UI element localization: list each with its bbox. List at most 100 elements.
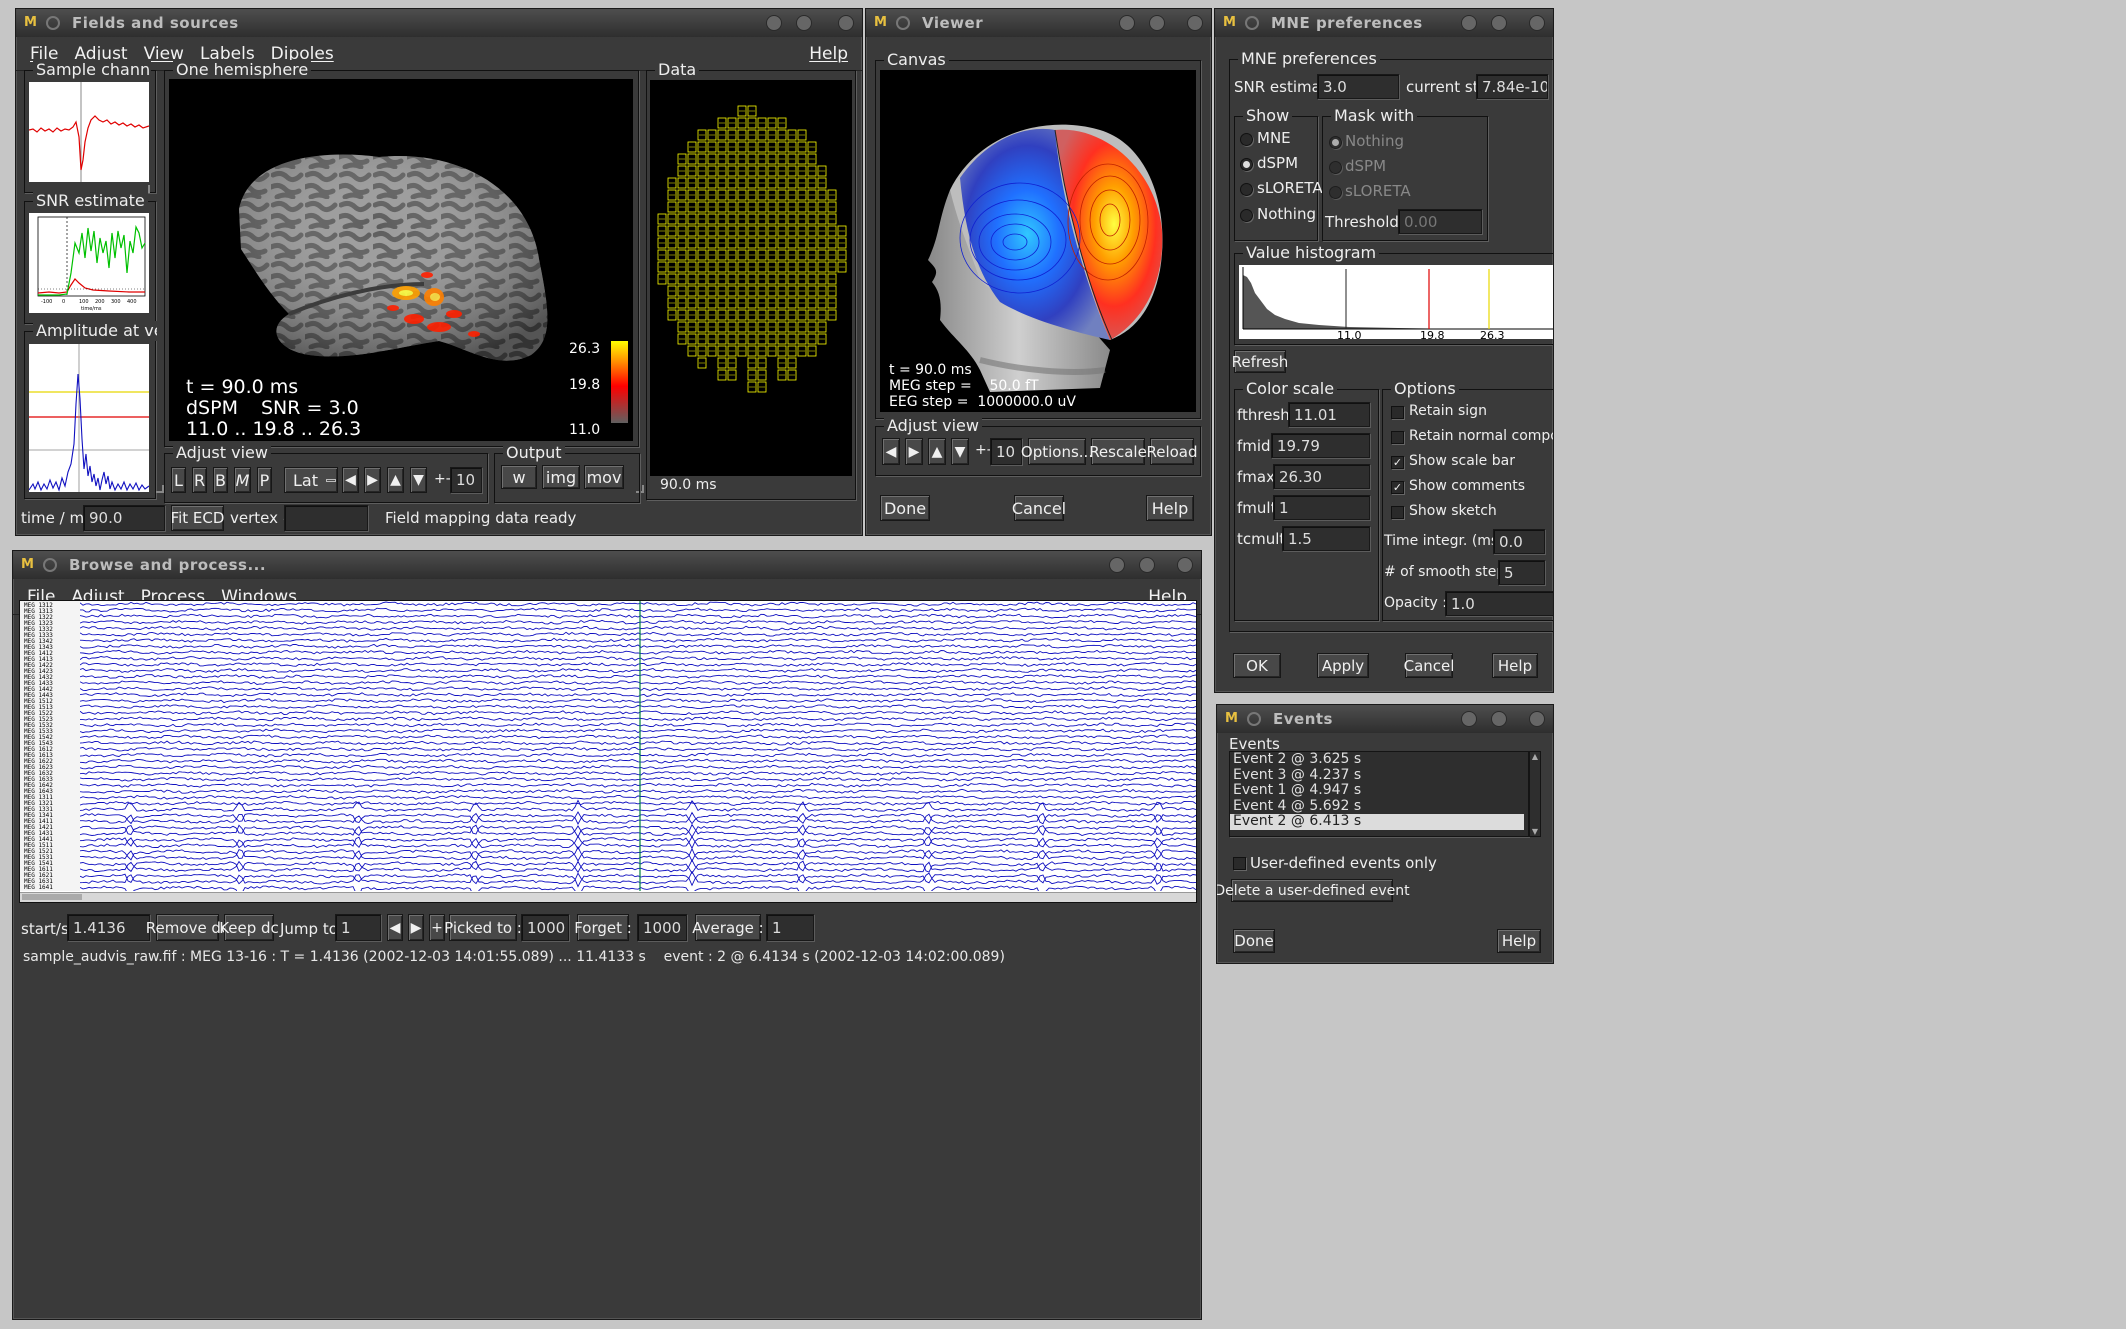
mne-help-button[interactable]: Help [1492, 653, 1538, 678]
jump-forward-button[interactable]: ▶ [408, 914, 424, 941]
start-input[interactable]: 1.4136 [67, 914, 150, 941]
output-mov-button[interactable]: mov [584, 465, 624, 489]
show-sloreta-label[interactable]: sLORETA [1257, 179, 1323, 197]
retain-normal-checkbox[interactable] [1391, 431, 1404, 444]
reload-button[interactable]: Reload [1146, 438, 1198, 465]
scroll-down-icon[interactable]: ▼ [1530, 827, 1540, 836]
time-integr-input[interactable]: 0.0 [1493, 529, 1545, 554]
viewer-cancel-button[interactable]: Cancel [1012, 495, 1066, 521]
mne-cancel-button[interactable]: Cancel [1404, 653, 1454, 678]
show-sketch-label[interactable]: Show sketch [1409, 503, 1497, 519]
forget-input[interactable]: 1000 [637, 914, 687, 941]
rotate-right-button[interactable]: ▶ [364, 467, 381, 493]
list-item[interactable]: Event 1 @ 4.947 s [1230, 782, 1528, 799]
viewer-rotate-down-button[interactable]: ▼ [951, 438, 969, 465]
brain-canvas[interactable]: 26.3 19.8 11.0 t = 90.0 ms dSPM SNR = 3.… [169, 79, 633, 441]
pin-icon[interactable] [43, 558, 57, 572]
titlebar[interactable]: M Viewer [866, 9, 1211, 37]
show-scale-bar-label[interactable]: Show scale bar [1409, 453, 1515, 469]
maximize-icon[interactable] [1139, 557, 1155, 573]
horizontal-scrollbar[interactable] [20, 892, 1196, 902]
titlebar[interactable]: M MNE preferences [1215, 9, 1553, 37]
retain-normal-label[interactable]: Retain normal component o [1409, 428, 1553, 444]
mask-dspm-label[interactable]: dSPM [1345, 157, 1386, 175]
titlebar[interactable]: M Events [1217, 705, 1553, 733]
events-scrollbar[interactable]: ▲ ▼ [1529, 751, 1541, 837]
titlebar[interactable]: M Fields and sources [16, 9, 862, 37]
pin-icon[interactable] [1247, 712, 1261, 726]
jump-to-input[interactable]: 1 [335, 914, 381, 941]
mask-nothing-radio[interactable] [1329, 136, 1342, 149]
scrollbar-thumb[interactable] [22, 894, 82, 900]
retain-sign-checkbox[interactable] [1391, 406, 1404, 419]
remove-dc-button[interactable]: Remove dc [146, 914, 229, 941]
rescale-button[interactable]: Rescale [1089, 438, 1147, 465]
show-mne-radio[interactable] [1240, 133, 1253, 146]
tcmult-input[interactable]: 1.5 [1282, 526, 1370, 551]
view-posterior-button[interactable]: P [257, 467, 272, 493]
picked-to-button[interactable]: Picked to : [444, 914, 522, 941]
fmax-input[interactable]: 26.30 [1273, 464, 1370, 489]
fthresh-input[interactable]: 11.01 [1288, 402, 1370, 427]
scroll-up-icon[interactable]: ▲ [1530, 752, 1540, 761]
retain-sign-label[interactable]: Retain sign [1409, 403, 1487, 419]
mask-nothing-label[interactable]: Nothing [1345, 132, 1404, 150]
resize-handle[interactable] [156, 485, 164, 493]
show-sketch-checkbox[interactable] [1391, 506, 1404, 519]
picked-to-input[interactable]: 1000 [521, 914, 569, 941]
show-comments-label[interactable]: Show comments [1409, 478, 1525, 494]
events-done-button[interactable]: Done [1233, 929, 1275, 953]
mask-sloreta-label[interactable]: sLORETA [1345, 182, 1411, 200]
titlebar[interactable]: M Browse and process... [13, 551, 1201, 579]
output-img-button[interactable]: img [542, 465, 580, 489]
show-sloreta-radio[interactable] [1240, 183, 1253, 196]
viewer-step-input[interactable]: 10 [990, 438, 1022, 465]
maximize-icon[interactable] [1491, 15, 1507, 31]
average-button[interactable]: Average : [692, 914, 764, 941]
view-both-button[interactable]: B [213, 467, 228, 493]
minimize-icon[interactable] [1119, 15, 1135, 31]
list-item[interactable]: Event 2 @ 3.625 s [1230, 751, 1528, 768]
smooth-steps-input[interactable]: 5 [1498, 560, 1545, 585]
list-item[interactable]: Event 3 @ 4.237 s [1230, 767, 1528, 784]
current-std-input[interactable]: 7.84e-10 [1476, 74, 1548, 99]
viewer-help-button[interactable]: Help [1146, 495, 1194, 521]
average-input[interactable]: 1 [766, 914, 814, 941]
show-scale-bar-checkbox[interactable]: ✓ [1391, 456, 1404, 469]
lateral-select[interactable]: Lat [284, 467, 338, 493]
sensor-layout-canvas[interactable] [650, 80, 852, 476]
pin-icon[interactable] [46, 16, 60, 30]
apply-button[interactable]: Apply [1317, 653, 1369, 678]
show-nothing-radio[interactable] [1240, 209, 1253, 222]
viewer-rotate-up-button[interactable]: ▲ [928, 438, 946, 465]
time-input[interactable]: 90.0 [83, 505, 165, 531]
show-mne-label[interactable]: MNE [1257, 129, 1291, 147]
minimize-icon[interactable] [766, 15, 782, 31]
fit-ecd-button[interactable]: Fit ECD [171, 505, 224, 531]
refresh-button[interactable]: Refresh [1232, 350, 1288, 373]
show-nothing-label[interactable]: Nothing [1257, 205, 1316, 223]
minimize-icon[interactable] [1461, 711, 1477, 727]
mask-sloreta-radio[interactable] [1329, 186, 1342, 199]
snr-estimate-input[interactable]: 3.0 [1317, 74, 1399, 99]
menu-help[interactable]: Help [809, 44, 848, 64]
opacity-input[interactable]: 1.0 [1445, 591, 1553, 616]
list-item-selected[interactable]: Event 2 @ 6.413 s [1230, 813, 1524, 830]
user-defined-only-checkbox[interactable] [1233, 857, 1246, 870]
close-icon[interactable] [838, 15, 854, 31]
fmid-input[interactable]: 19.79 [1271, 433, 1370, 458]
jump-back-button[interactable]: ◀ [387, 914, 403, 941]
viewer-done-button[interactable]: Done [880, 495, 930, 521]
view-medial-button[interactable]: M [234, 467, 251, 493]
list-item[interactable]: Event 4 @ 5.692 s [1230, 798, 1528, 815]
rotate-left-button[interactable]: ◀ [342, 467, 359, 493]
output-w-button[interactable]: w [501, 465, 537, 489]
view-left-button[interactable]: L [171, 467, 186, 493]
viewer-rotate-right-button[interactable]: ▶ [905, 438, 923, 465]
options-button[interactable]: Options... [1021, 438, 1093, 465]
maximize-icon[interactable] [796, 15, 812, 31]
add-button[interactable]: + [429, 914, 445, 941]
mask-dspm-radio[interactable] [1329, 161, 1342, 174]
head-canvas[interactable]: t = 90.0 ms MEG step = 50.0 fT EEG step … [880, 70, 1196, 412]
maximize-icon[interactable] [1491, 711, 1507, 727]
